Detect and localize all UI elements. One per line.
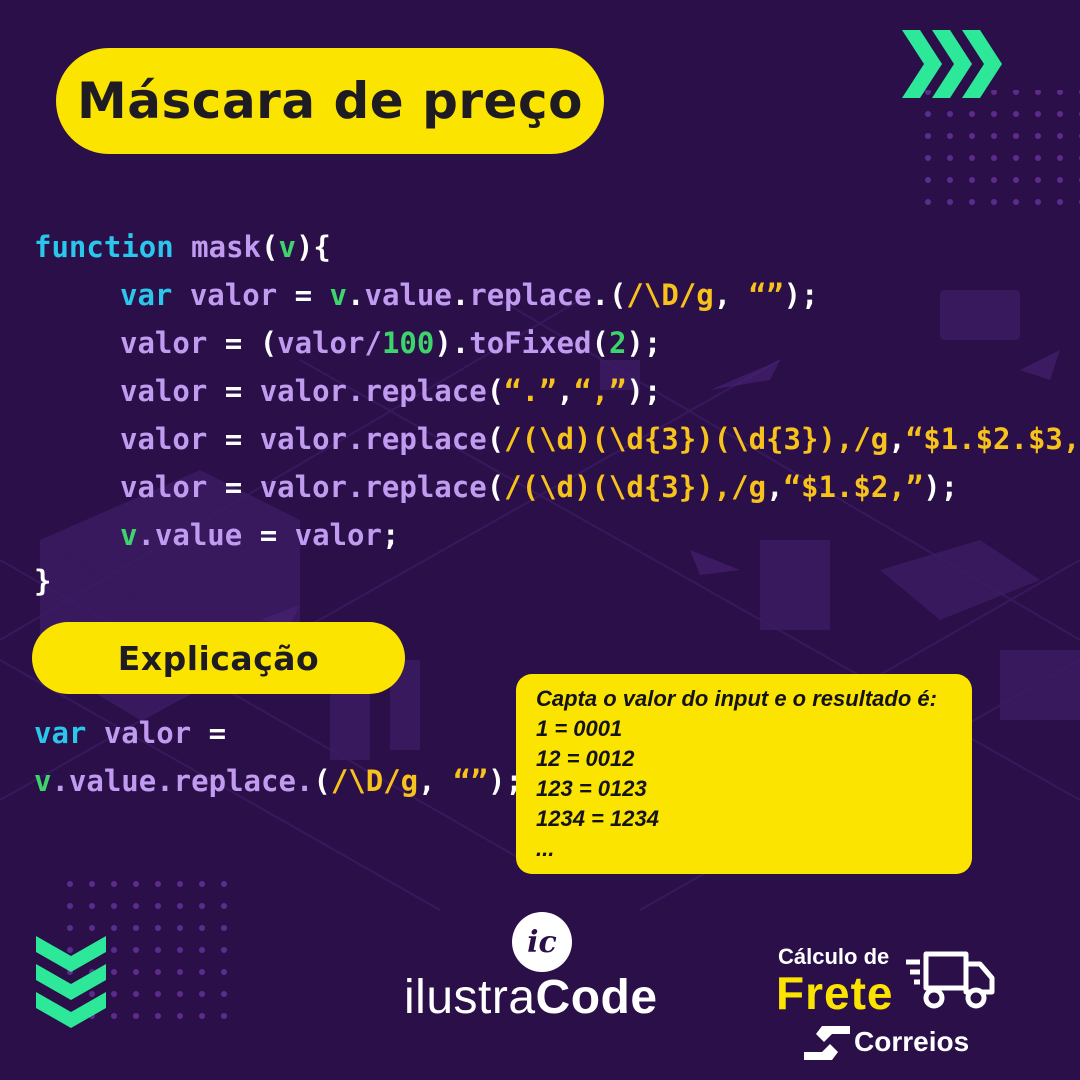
code-line: var valor = v.value.replace.(/\D/g, “”); — [120, 278, 818, 312]
code-token: v — [329, 278, 348, 312]
code-token: “.” — [504, 374, 557, 408]
note-line: 1 = 0001 — [536, 716, 623, 741]
code-token: ( — [259, 326, 278, 360]
code-token: toFixed — [469, 326, 592, 360]
code-token: valor — [172, 278, 278, 312]
page-title: Máscara de preço — [56, 48, 604, 154]
code-token: valor — [120, 326, 208, 360]
code-token: v — [278, 230, 296, 264]
code-line: valor = valor.replace(“.”,“,”); — [120, 374, 661, 408]
code-token: “” — [748, 278, 784, 312]
code-line: } — [34, 564, 52, 598]
code-token: ( — [313, 764, 331, 798]
truck-icon — [906, 951, 995, 1009]
note-line: 1234 = 1234 — [536, 806, 659, 831]
code-token: valor — [120, 374, 208, 408]
code-token: valor — [294, 518, 382, 552]
code-token: ); — [626, 326, 662, 360]
code-token: ( — [486, 470, 505, 504]
code-token: 2 — [608, 326, 627, 360]
code-token: valor — [86, 716, 192, 750]
code-token: ); — [783, 278, 819, 312]
note-heading: Capta o valor do input e o resultado é: — [536, 686, 937, 711]
explanation-note: Capta o valor do input e o resultado é: … — [516, 674, 972, 874]
code-token: , — [888, 422, 906, 456]
code-token: replace — [469, 278, 592, 312]
code-line: valor = valor.replace(/(\d)(\d{3})(\d{3}… — [120, 422, 1080, 456]
code-token: “,” — [574, 374, 627, 408]
explanation-heading: Explicação — [32, 622, 405, 694]
code-token: ); — [626, 374, 662, 408]
brand-name: ilustraCode — [404, 970, 658, 1025]
code-token: = — [207, 422, 260, 456]
code-token: , — [713, 278, 749, 312]
code-line: v.value = valor; — [120, 518, 399, 552]
chevron-right-icon — [902, 30, 1002, 98]
code-token: valor — [120, 470, 208, 504]
code-token: , — [556, 374, 575, 408]
code-token: /\D/g — [626, 278, 714, 312]
note-line: ... — [536, 836, 555, 861]
code-token: ). — [434, 326, 470, 360]
note-line: 123 = 0123 — [536, 776, 647, 801]
code-token: . — [451, 278, 470, 312]
code-token: = — [207, 326, 260, 360]
code-token: .value.replace. — [51, 764, 314, 798]
code-token: var — [120, 278, 173, 312]
code-token: = — [207, 470, 260, 504]
code-token: valor.replace — [259, 470, 487, 504]
explain-code-line: var valor = — [34, 716, 226, 750]
code-token: valor.replace — [259, 374, 487, 408]
code-block: function mask(v){ var valor = v.value.re… — [0, 0, 1080, 798]
code-token: , — [766, 470, 784, 504]
code-token: function — [34, 230, 174, 264]
note-line: 12 = 0012 — [536, 746, 635, 771]
code-token: 100 — [381, 326, 435, 360]
code-token: ( — [591, 326, 609, 360]
code-token: value — [364, 278, 452, 312]
chevron-down-icon — [36, 936, 106, 1028]
code-token: /(\d)(\d{3}),/g — [504, 470, 767, 504]
code-token: = — [242, 518, 295, 552]
code-token: /(\d)(\d{3})(\d{3}),/g — [504, 422, 889, 456]
frete-title: Frete — [776, 967, 894, 1019]
code-token: ){ — [295, 230, 331, 264]
code-token: valor.replace — [259, 422, 487, 456]
code-token: v — [34, 764, 52, 798]
code-token: “$1.$2.$3,” — [905, 422, 1080, 456]
code-token: ; — [381, 518, 400, 552]
code-token: ); — [923, 470, 959, 504]
correios-logo-icon — [804, 1026, 850, 1060]
code-token: ( — [486, 422, 505, 456]
code-token: valor/ — [277, 326, 382, 360]
code-token: valor — [120, 422, 208, 456]
code-token: ( — [486, 374, 505, 408]
explain-code-line: v.value.replace.(/\D/g, “”); — [34, 764, 523, 798]
code-token: = — [191, 716, 227, 750]
correios-label: Correios — [854, 1026, 970, 1057]
brand-name-part: Code — [535, 971, 658, 1024]
code-token: , — [418, 764, 454, 798]
code-token: v — [120, 518, 138, 552]
code-token: ( — [261, 230, 279, 264]
code-token: /\D/g — [330, 764, 419, 798]
code-token: mask — [173, 230, 261, 264]
code-token: “$1.$2,” — [783, 470, 924, 504]
code-token: .( — [591, 278, 627, 312]
code-line: valor = (valor/100).toFixed(2); — [120, 326, 661, 360]
code-token: “” — [453, 764, 488, 798]
code-token: . — [347, 278, 365, 312]
code-line: valor = valor.replace(/(\d)(\d{3}),/g,“$… — [120, 470, 958, 504]
code-token: .value — [137, 518, 243, 552]
brand-logo-icon: ic — [512, 912, 572, 972]
code-token: = — [207, 374, 260, 408]
code-token: var — [34, 716, 87, 750]
code-line: function mask(v){ — [34, 230, 331, 264]
brand-name-part: ilustra — [404, 971, 536, 1024]
code-token: = — [277, 278, 330, 312]
